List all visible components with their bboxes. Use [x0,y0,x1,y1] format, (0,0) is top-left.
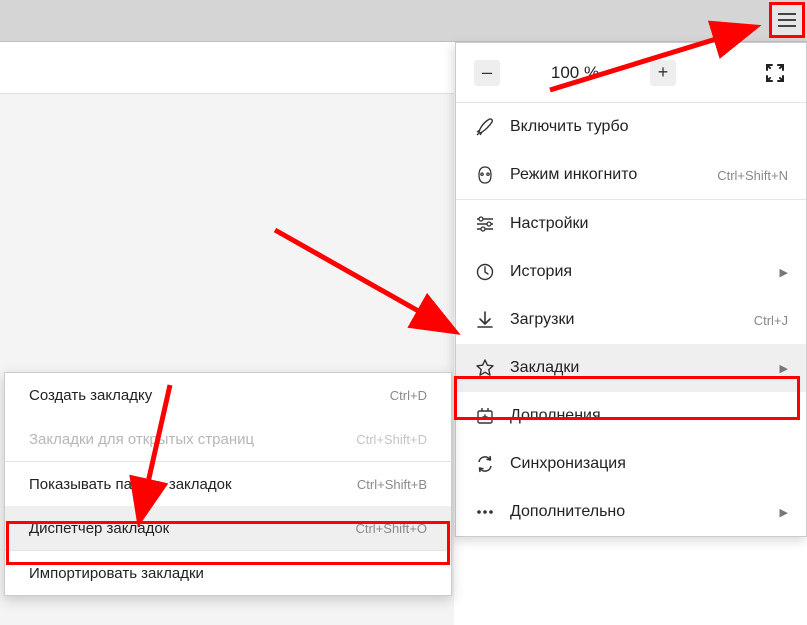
menu-item-label: Закладки [510,359,774,377]
menu-item-label: Режим инкогнито [510,166,717,184]
submenu-item-label: Создать закладку [29,387,390,404]
browser-toolbar [0,0,807,42]
main-menu: – 100 % + Включить турбо Режим инкогнито… [455,42,807,537]
menu-item-bookmarks[interactable]: Закладки ▶ [456,344,806,392]
addons-icon [474,405,496,427]
incognito-icon [474,164,496,186]
submenu-item-shortcut: Ctrl+Shift+D [356,432,427,447]
history-icon [474,261,496,283]
menu-item-shortcut: Ctrl+J [754,313,788,328]
submenu-item-label: Диспетчер закладок [29,520,355,537]
menu-item-label: Синхронизация [510,455,788,473]
menu-item-turbo[interactable]: Включить турбо [456,103,806,151]
hamburger-icon [778,19,796,21]
download-icon [474,309,496,331]
menu-item-shortcut: Ctrl+Shift+N [717,168,788,183]
submenu-item-bookmark-open-tabs: Закладки для открытых страниц Ctrl+Shift… [5,417,451,461]
dots-icon [474,501,496,523]
fullscreen-icon [766,64,784,82]
menu-item-downloads[interactable]: Загрузки Ctrl+J [456,296,806,344]
zoom-row: – 100 % + [456,43,806,103]
rocket-icon [474,116,496,138]
submenu-item-shortcut: Ctrl+Shift+O [355,521,427,536]
zoom-out-button[interactable]: – [474,60,500,86]
sync-icon [474,453,496,475]
menu-item-label: История [510,263,774,281]
page-content-strip [0,42,454,94]
submenu-item-create-bookmark[interactable]: Создать закладку Ctrl+D [5,373,451,417]
menu-item-label: Включить турбо [510,118,788,136]
submenu-item-show-bookmarks-bar[interactable]: Показывать панель закладок Ctrl+Shift+B [5,462,451,506]
submenu-item-shortcut: Ctrl+Shift+B [357,477,427,492]
fullscreen-button[interactable] [762,60,788,86]
bookmarks-submenu: Создать закладку Ctrl+D Закладки для отк… [4,372,452,596]
chevron-right-icon: ▶ [780,266,788,279]
menu-item-settings[interactable]: Настройки [456,200,806,248]
menu-item-history[interactable]: История ▶ [456,248,806,296]
submenu-item-label: Показывать панель закладок [29,476,357,493]
menu-item-label: Настройки [510,215,788,233]
sliders-icon [474,213,496,235]
zoom-in-button[interactable]: + [650,60,676,86]
menu-item-more[interactable]: Дополнительно ▶ [456,488,806,536]
submenu-item-import-bookmarks[interactable]: Импортировать закладки [5,551,451,595]
chevron-right-icon: ▶ [780,506,788,519]
star-icon [474,357,496,379]
menu-item-label: Загрузки [510,311,754,329]
submenu-item-shortcut: Ctrl+D [390,388,427,403]
submenu-item-label: Импортировать закладки [29,565,427,582]
hamburger-button[interactable] [769,2,805,38]
menu-item-addons[interactable]: Дополнения [456,392,806,440]
menu-item-incognito[interactable]: Режим инкогнито Ctrl+Shift+N [456,151,806,199]
submenu-item-label: Закладки для открытых страниц [29,431,356,448]
menu-item-label: Дополнения [510,407,788,425]
submenu-item-bookmark-manager[interactable]: Диспетчер закладок Ctrl+Shift+O [5,506,451,550]
zoom-level-label: 100 % [500,63,650,83]
menu-item-label: Дополнительно [510,503,774,521]
menu-item-sync[interactable]: Синхронизация [456,440,806,488]
chevron-right-icon: ▶ [780,362,788,375]
